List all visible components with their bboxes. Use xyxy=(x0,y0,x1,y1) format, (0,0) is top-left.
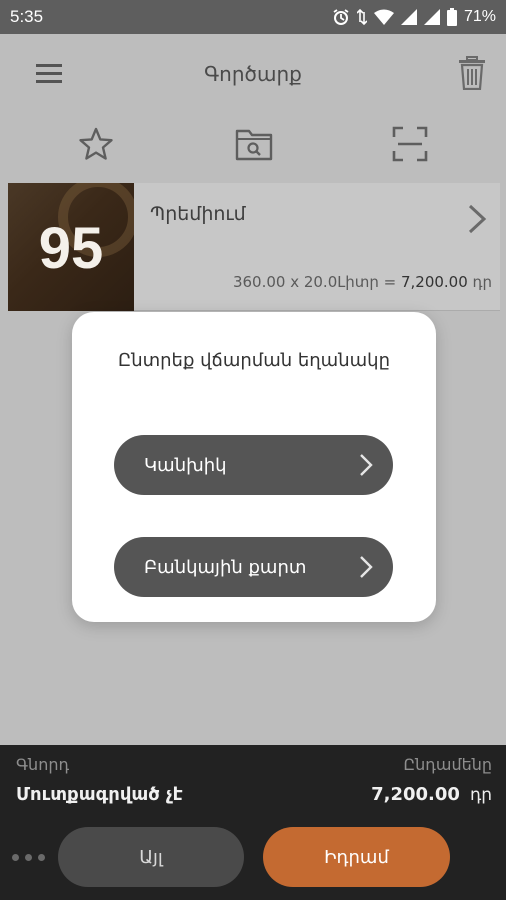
signal-icon xyxy=(423,9,440,25)
more-dots-icon[interactable] xyxy=(12,854,45,861)
data-arrows-icon xyxy=(356,8,367,26)
chevron-right-icon xyxy=(359,453,373,482)
total-currency: դր xyxy=(469,785,492,805)
star-icon[interactable] xyxy=(78,126,114,166)
tool-row xyxy=(0,122,506,174)
chevron-right-icon xyxy=(359,555,373,584)
dialog-title: Ընտրեք վճարման եղանակը xyxy=(118,350,390,371)
idram-pay-button[interactable]: Իդրամ xyxy=(263,827,450,887)
total-label: Ընդամենը xyxy=(403,755,492,774)
calc-total: 7,200.00 xyxy=(400,273,468,291)
signal-icon xyxy=(400,9,417,25)
alarm-icon xyxy=(332,8,350,26)
chevron-right-icon[interactable] xyxy=(466,203,488,239)
wifi-icon xyxy=(373,9,394,25)
bottom-panel: Գնորդ Մուտքագրված չէ Ընդամենը 7,200.00 դր… xyxy=(0,745,506,900)
client-value[interactable]: Մուտքագրված չէ xyxy=(16,784,183,805)
scan-icon[interactable] xyxy=(392,126,428,166)
product-calculation: 360.00 x 20.0Լիտր = 7,200.00 դր xyxy=(233,273,492,291)
cash-payment-label: Կանխիկ xyxy=(144,454,227,476)
cash-payment-button[interactable]: Կանխիկ xyxy=(114,435,393,495)
status-icons: 71% xyxy=(332,8,496,26)
status-time: 5:35 xyxy=(10,7,44,26)
calc-currency: դր xyxy=(467,273,492,291)
page-title: Գործարք xyxy=(204,62,302,86)
total-value: 7,200.00 դր xyxy=(371,784,492,805)
client-label: Գնորդ xyxy=(16,755,70,774)
other-button[interactable]: Այլ xyxy=(58,827,244,887)
product-octane: 95 xyxy=(38,216,104,281)
trash-icon[interactable] xyxy=(457,56,487,94)
total-amount: 7,200.00 xyxy=(371,784,460,805)
battery-percent: 71% xyxy=(463,8,496,25)
payment-method-dialog: Ընտրեք վճարման եղանակը Կանխիկ Բանկային ք… xyxy=(72,312,436,622)
card-payment-button[interactable]: Բանկային քարտ xyxy=(114,537,393,597)
product-thumbnail: 95 xyxy=(8,183,134,311)
folder-search-icon[interactable] xyxy=(235,126,273,166)
battery-icon xyxy=(446,8,457,26)
card-payment-label: Բանկային քարտ xyxy=(144,556,307,578)
product-card[interactable]: 95 Պրեմիում 360.00 x 20.0Լիտր = 7,200.00… xyxy=(8,183,500,311)
product-name: Պրեմիում xyxy=(150,203,246,225)
app-toolbar: Գործարք xyxy=(0,34,506,122)
status-bar: 5:35 71% xyxy=(0,0,506,34)
calc-prefix: 360.00 x 20.0Լիտր = xyxy=(232,273,401,291)
